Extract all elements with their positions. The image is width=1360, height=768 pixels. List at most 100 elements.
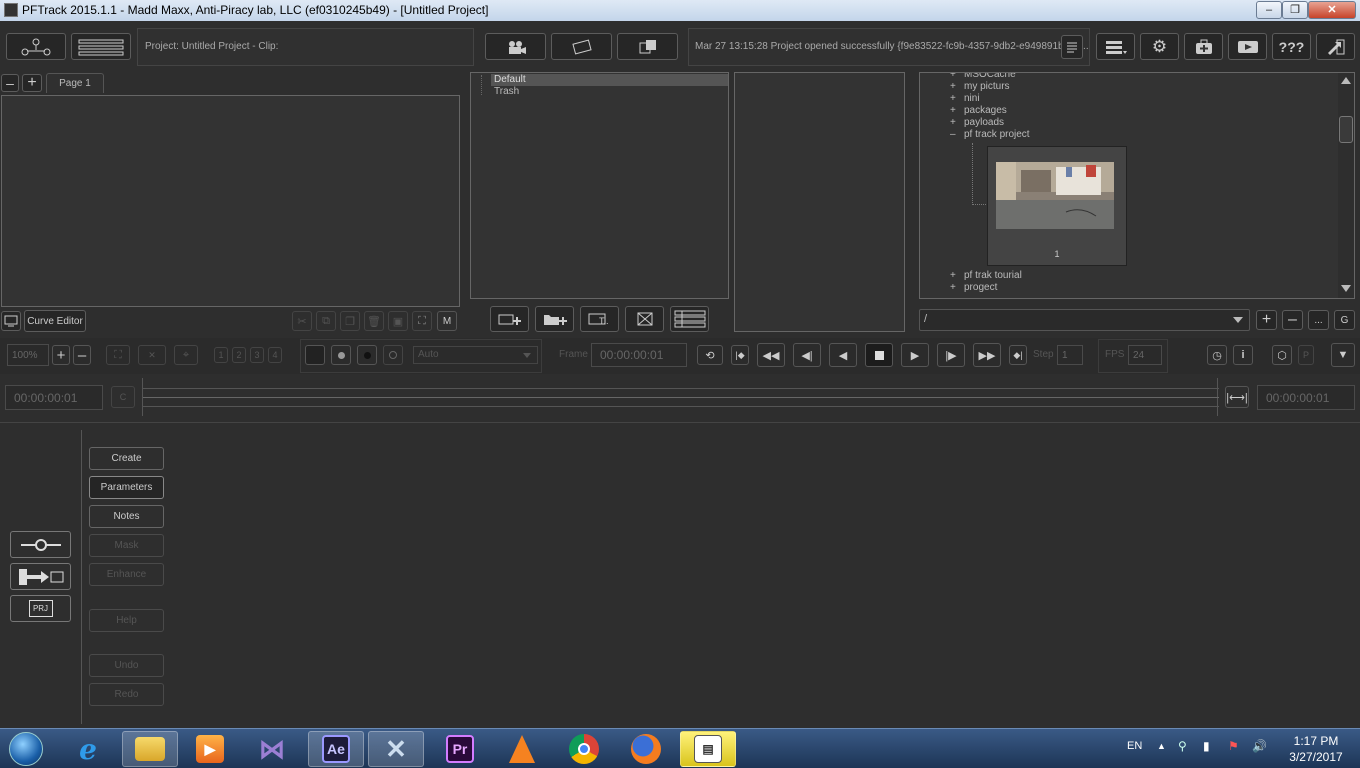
- expand-toggle-icon[interactable]: +: [950, 117, 960, 128]
- rewind-button[interactable]: ◀◀: [757, 343, 785, 367]
- show-hidden-icons[interactable]: ▲: [1157, 741, 1166, 751]
- monitor-button[interactable]: [1, 311, 21, 331]
- flag-icon[interactable]: ⚑: [1228, 739, 1239, 753]
- signal-icon[interactable]: ▮: [1203, 739, 1210, 753]
- notes-button[interactable]: Notes: [89, 505, 164, 528]
- browse-button[interactable]: ...: [1308, 310, 1329, 330]
- cube-button[interactable]: ⬡: [1272, 345, 1292, 365]
- settings-button[interactable]: ⚙: [1140, 33, 1179, 60]
- clock-time[interactable]: 1:17 PM: [1280, 734, 1352, 748]
- bin-item-trash[interactable]: Trash: [494, 86, 519, 97]
- clip-list-button[interactable]: [670, 306, 709, 332]
- clock-date[interactable]: 3/27/2017: [1280, 750, 1352, 764]
- fit-timeline-button[interactable]: |⟷|: [1225, 386, 1249, 408]
- mode-select[interactable]: Auto: [413, 346, 538, 364]
- create-button[interactable]: Create: [89, 447, 164, 470]
- timeline-start-field[interactable]: 00:00:00:01: [5, 385, 103, 410]
- play-backward-button[interactable]: ◀: [829, 343, 857, 367]
- transfer-tool-button[interactable]: [10, 563, 71, 590]
- new-clip-button[interactable]: [490, 306, 529, 332]
- display-black-button[interactable]: [305, 345, 325, 365]
- paste-node-button[interactable]: ❐: [340, 311, 360, 331]
- clip-button[interactable]: [551, 33, 612, 60]
- node-view-button[interactable]: [6, 33, 66, 60]
- tab-page-1[interactable]: Page 1: [46, 73, 104, 93]
- scroll-thumb[interactable]: [1339, 116, 1353, 143]
- taskbar-internet-explorer[interactable]: e: [60, 731, 116, 767]
- viewport-4-button[interactable]: 4: [268, 347, 282, 363]
- expand-toggle-icon[interactable]: +: [950, 73, 960, 80]
- delete-clip-button[interactable]: [625, 306, 664, 332]
- frame-field[interactable]: 00:00:00:01: [591, 343, 687, 367]
- cut-node-button[interactable]: ✂: [292, 311, 312, 331]
- taskbar-file-explorer[interactable]: [122, 731, 178, 767]
- start-button[interactable]: [0, 731, 52, 767]
- exit-button[interactable]: [1316, 33, 1355, 60]
- tree-view-button[interactable]: [71, 33, 131, 60]
- redo-button[interactable]: Redo: [89, 683, 164, 706]
- viewport-3-button[interactable]: 3: [250, 347, 264, 363]
- display-dark-dot-button[interactable]: [357, 345, 377, 365]
- add-folder-button[interactable]: +: [1256, 310, 1277, 330]
- log-button[interactable]: [1061, 35, 1083, 59]
- new-bin-button[interactable]: [535, 306, 574, 332]
- copy-node-button[interactable]: ⧉: [316, 311, 336, 331]
- info-button[interactable]: i: [1233, 345, 1253, 365]
- camera-button[interactable]: [485, 33, 546, 60]
- taskbar-firefox[interactable]: [618, 731, 674, 767]
- go-start-button[interactable]: |◆: [731, 345, 749, 365]
- play-forward-button[interactable]: ▶: [901, 343, 929, 367]
- enhance-button[interactable]: Enhance: [89, 563, 164, 586]
- go-end-button[interactable]: ◆|: [1009, 345, 1027, 365]
- node-editor-canvas[interactable]: [1, 95, 460, 307]
- thumbnail-frame[interactable]: 1: [987, 146, 1127, 266]
- usb-icon[interactable]: ⚲: [1178, 739, 1187, 753]
- step-forward-button[interactable]: |▶: [937, 343, 965, 367]
- volume-icon[interactable]: 🔊: [1252, 739, 1267, 753]
- minimize-button[interactable]: –: [1256, 1, 1282, 19]
- expand-toggle-icon[interactable]: +: [950, 105, 960, 116]
- timeline-end-field[interactable]: 00:00:00:01: [1257, 385, 1355, 410]
- timeline-track[interactable]: [142, 378, 1219, 416]
- step-field[interactable]: 1: [1057, 345, 1083, 365]
- close-button[interactable]: ✕: [1308, 1, 1356, 19]
- center-view-button[interactable]: ✕: [138, 345, 166, 365]
- taskbar-autodesk[interactable]: ✕: [368, 731, 424, 767]
- bin-item-default[interactable]: Default: [494, 74, 526, 85]
- fit-view-button[interactable]: ⛶: [412, 311, 432, 331]
- group-node-button[interactable]: ▣: [388, 311, 408, 331]
- file-browser-scrollbar[interactable]: [1338, 73, 1354, 298]
- expand-toggle-icon[interactable]: +: [950, 93, 960, 104]
- clock-button[interactable]: ◷: [1207, 345, 1227, 365]
- taskbar-chrome[interactable]: [556, 731, 612, 767]
- stop-button[interactable]: [865, 343, 893, 367]
- taskbar-premiere[interactable]: Pr: [432, 731, 488, 767]
- play-movie-button[interactable]: [1228, 33, 1267, 60]
- add-page-button[interactable]: +: [22, 74, 42, 92]
- c-button[interactable]: C: [111, 386, 135, 408]
- zoom-in-button[interactable]: +: [52, 345, 70, 365]
- undo-button[interactable]: Undo: [89, 654, 164, 677]
- export-button[interactable]: [617, 33, 678, 60]
- clip-list-panel[interactable]: [734, 72, 905, 332]
- layout-menu-button[interactable]: [1096, 33, 1135, 60]
- expand-toggle-icon[interactable]: +: [950, 81, 960, 92]
- m-button[interactable]: M: [437, 311, 457, 331]
- zoom-field[interactable]: 100%: [7, 344, 49, 366]
- project-tool-button[interactable]: PRJ: [10, 595, 71, 622]
- taskbar-vlc[interactable]: [494, 731, 550, 767]
- expand-toggle-icon[interactable]: +: [950, 270, 960, 281]
- fps-field[interactable]: 24: [1128, 345, 1162, 365]
- zoom-out-button[interactable]: –: [73, 345, 91, 365]
- fast-forward-button[interactable]: ▶▶: [973, 343, 1001, 367]
- maximize-button[interactable]: ❐: [1282, 1, 1308, 19]
- clip-text-button[interactable]: T..: [580, 306, 619, 332]
- overlay-button[interactable]: ⌖: [174, 345, 198, 365]
- viewport-2-button[interactable]: 2: [232, 347, 246, 363]
- scroll-up-icon[interactable]: [1341, 77, 1351, 84]
- path-select[interactable]: /: [919, 309, 1250, 331]
- curve-editor-button[interactable]: Curve Editor: [24, 310, 86, 332]
- help-button[interactable]: ???: [1272, 33, 1311, 60]
- help-panel-button[interactable]: Help: [89, 609, 164, 632]
- medkit-button[interactable]: [1184, 33, 1223, 60]
